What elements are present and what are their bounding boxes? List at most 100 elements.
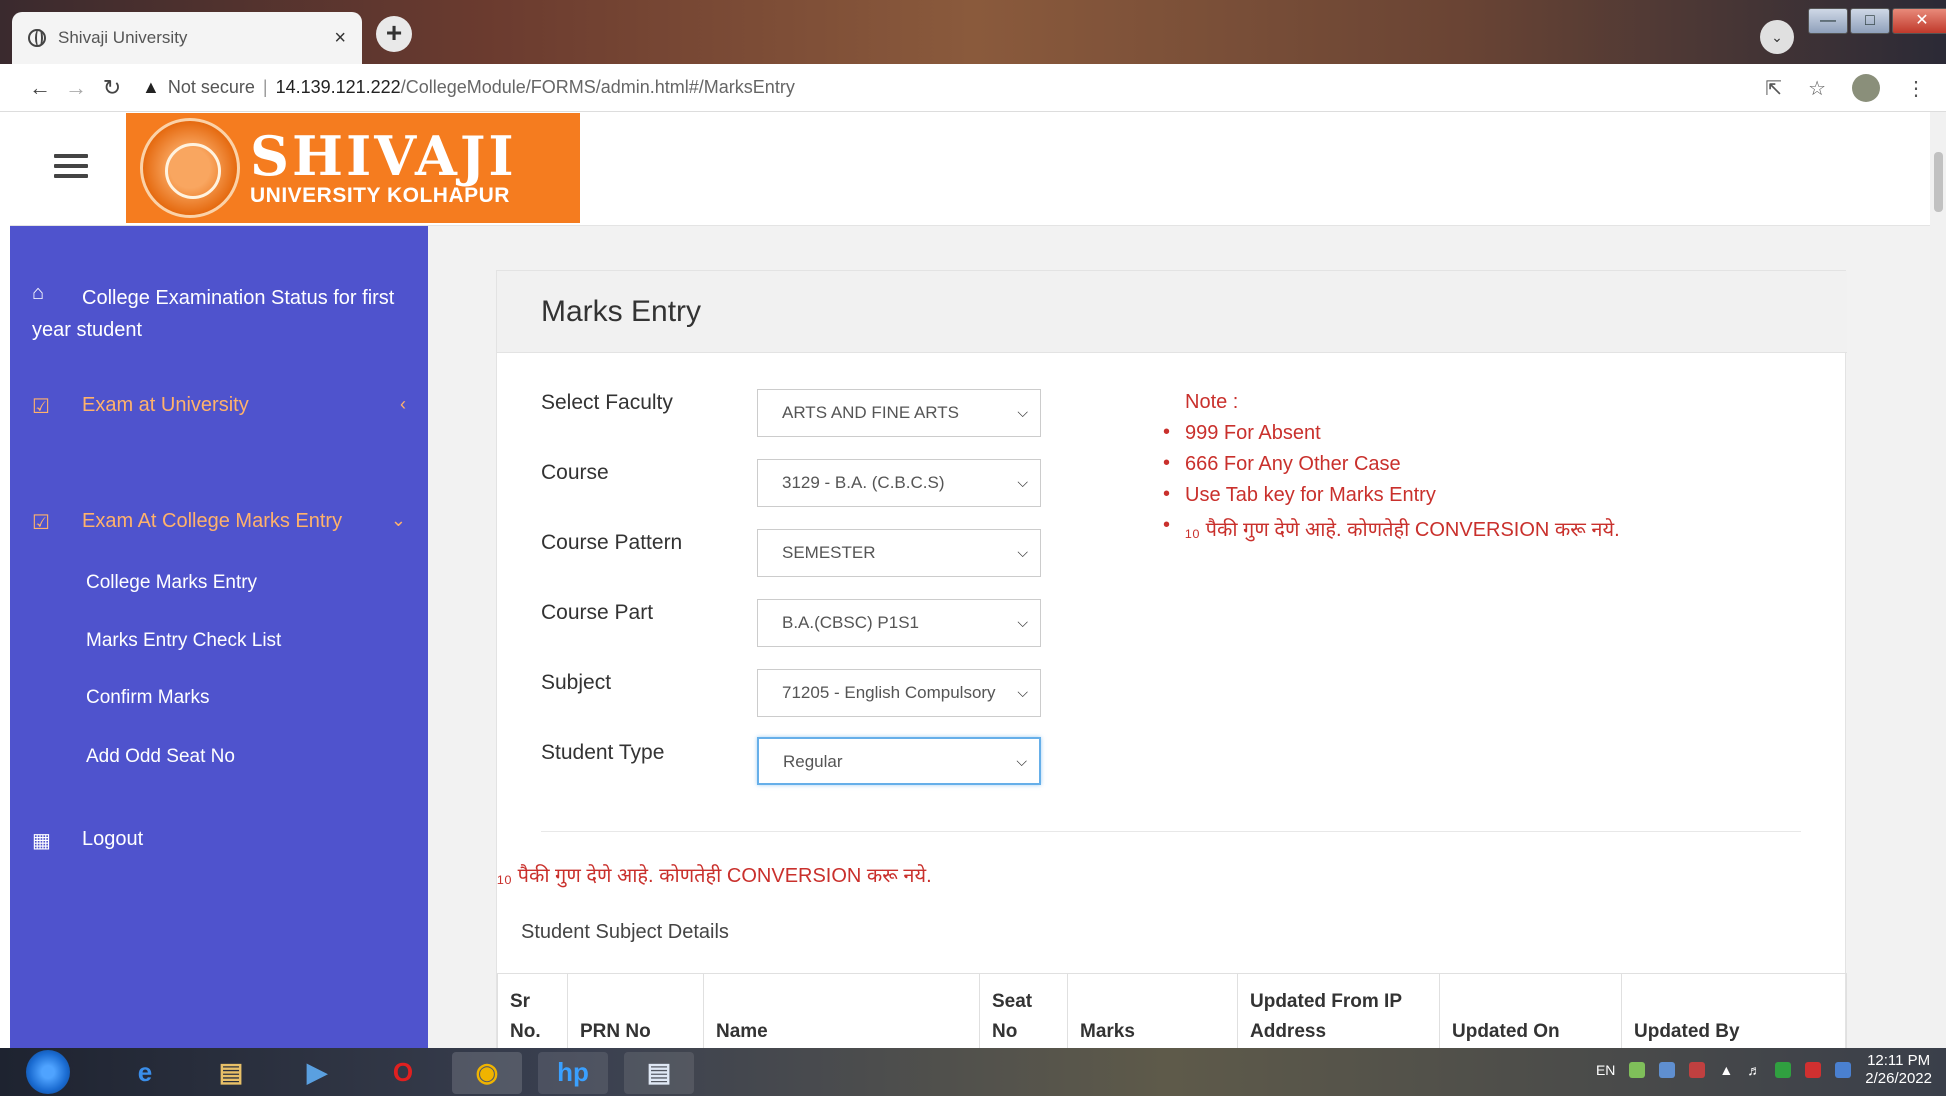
media-player-icon[interactable]: ▶ — [282, 1052, 352, 1094]
course-select-value: 3129 - B.A. (C.B.C.S) — [782, 473, 945, 492]
url-field[interactable]: ▲ Not secure | 14.139.121.222/CollegeMod… — [142, 77, 795, 98]
course-pattern-select[interactable]: SEMESTER ⌵ — [757, 529, 1041, 577]
forward-icon[interactable]: → — [58, 75, 94, 101]
close-window-button[interactable]: ✕ — [1892, 8, 1946, 34]
faculty-select[interactable]: ARTS AND FINE ARTS ⌵ — [757, 389, 1041, 437]
chrome-icon[interactable]: ◉ — [452, 1052, 522, 1094]
course-part-label: Course Part — [541, 601, 654, 624]
maximize-button[interactable]: □ — [1850, 8, 1890, 34]
sidebar-item-label: Exam At College Marks Entry — [82, 510, 343, 532]
student-subject-details-heading: Student Subject Details — [521, 921, 729, 943]
menu-kebab-icon[interactable]: ⋮ — [1906, 76, 1926, 101]
course-part-select-value: B.A.(CBSC) P1S1 — [782, 613, 919, 632]
tray-app-icon[interactable] — [1689, 1062, 1706, 1078]
back-icon[interactable]: ← — [22, 75, 58, 101]
tray-app-icon[interactable] — [1835, 1062, 1852, 1078]
tray-app-icon[interactable] — [1629, 1062, 1646, 1078]
student-type-select[interactable]: Regular ⌵ — [757, 737, 1041, 785]
language-indicator[interactable]: EN — [1596, 1062, 1615, 1078]
tab-title: Shivaji University — [58, 28, 188, 47]
file-explorer-icon[interactable]: ▤ — [196, 1052, 266, 1094]
course-select[interactable]: 3129 - B.A. (C.B.C.S) ⌵ — [757, 459, 1041, 507]
marks-entry-panel: Marks Entry Select Faculty ARTS AND FINE… — [496, 270, 1847, 1052]
checkbox-icon: ☑ — [32, 396, 50, 418]
note-heading: Note : — [1185, 391, 1239, 413]
chevron-down-icon: ⌵ — [1017, 404, 1028, 420]
warning-icon: ▲ — [142, 77, 160, 97]
sidebar-item-college-marks-entry[interactable]: College Marks Entry — [86, 572, 257, 594]
note-item: Use Tab key for Marks Entry — [1157, 483, 1620, 507]
profile-avatar[interactable] — [1852, 74, 1880, 102]
col-updated-on: Updated On — [1439, 973, 1622, 1052]
not-secure-label: Not secure — [167, 77, 255, 97]
scrollbar-thumb[interactable] — [1934, 152, 1943, 212]
tab-close-button[interactable]: × — [334, 27, 346, 50]
tray-app-icon[interactable] — [1775, 1062, 1792, 1078]
bookmark-star-icon[interactable]: ☆ — [1808, 76, 1826, 101]
opera-icon[interactable]: O — [368, 1052, 438, 1094]
col-sr-no: Sr No. — [497, 973, 568, 1052]
address-bar-actions: ⇱ ☆ ⋮ — [1765, 74, 1926, 102]
subject-label: Subject — [541, 671, 612, 694]
chevron-down-icon: ⌵ — [1017, 684, 1028, 700]
address-bar: ← → ↻ ▲ Not secure | 14.139.121.222/Coll… — [0, 64, 1946, 112]
new-tab-button[interactable]: + — [376, 16, 412, 52]
col-updated-ip: Updated From IP Address — [1237, 973, 1440, 1052]
hp-icon[interactable]: hp — [538, 1052, 608, 1094]
table-header-row: Sr No. PRN No Name Seat No Marks Updated… — [497, 973, 1847, 1052]
logo-subtitle: UNIVERSITY KOLHAPUR — [250, 184, 510, 207]
url-host: 14.139.121.222 — [275, 77, 401, 97]
start-button-icon[interactable] — [26, 1050, 70, 1094]
minimize-button[interactable]: — — [1808, 8, 1848, 34]
note-item: ₁₀ पैकी गुण देणे आहे. कोणतेही CONVERSION… — [1157, 514, 1620, 542]
sidebar: ⌂ College Examination Status for first y… — [10, 226, 428, 1048]
globe-icon — [28, 29, 46, 47]
chevron-down-icon: ⌵ — [1017, 474, 1028, 490]
volume-icon[interactable]: ♬ — [1747, 1062, 1761, 1078]
page-scrollbar[interactable] — [1930, 112, 1946, 1050]
tray-app-icon[interactable] — [1659, 1062, 1676, 1078]
university-logo[interactable]: SHIVAJI UNIVERSITY KOLHAPUR — [126, 113, 580, 223]
sidebar-item-label: Logout — [82, 828, 144, 850]
faculty-label: Select Faculty — [541, 391, 673, 414]
note-list: 999 For Absent 666 For Any Other Case Us… — [1157, 421, 1620, 542]
tab-search-icon[interactable]: ⌄ — [1760, 20, 1794, 54]
sidebar-item-add-odd-seat-no[interactable]: Add Odd Seat No — [86, 746, 235, 768]
subject-select[interactable]: 71205 - English Compulsory ⌵ — [757, 669, 1041, 717]
network-icon[interactable]: ▲ — [1719, 1062, 1733, 1078]
sidebar-item-confirm-marks[interactable]: Confirm Marks — [86, 687, 210, 709]
internet-explorer-icon[interactable]: e — [110, 1052, 180, 1094]
col-name: Name — [703, 973, 980, 1052]
sidebar-item-label: Exam at University — [82, 394, 249, 416]
chevron-down-icon: ⌄ — [390, 510, 406, 530]
hamburger-menu-icon[interactable] — [54, 154, 88, 182]
note-item: 999 For Absent — [1157, 421, 1620, 445]
taskbar-clock[interactable]: 12:11 PM 2/26/2022 — [1865, 1052, 1932, 1088]
sidebar-item-marks-entry-check-list[interactable]: Marks Entry Check List — [86, 630, 281, 652]
clock-time: 12:11 PM — [1867, 1052, 1931, 1069]
scanner-icon[interactable]: ▤ — [624, 1052, 694, 1094]
course-part-select[interactable]: B.A.(CBSC) P1S1 ⌵ — [757, 599, 1041, 647]
logo-title: SHIVAJI — [250, 124, 517, 188]
reload-icon[interactable]: ↻ — [94, 75, 130, 101]
faculty-select-value: ARTS AND FINE ARTS — [782, 403, 959, 422]
student-type-select-value: Regular — [783, 752, 843, 771]
col-marks: Marks — [1067, 973, 1238, 1052]
course-label: Course — [541, 461, 609, 484]
panel-header: Marks Entry — [497, 271, 1847, 353]
col-seat-no: Seat No — [979, 973, 1068, 1052]
share-icon[interactable]: ⇱ — [1765, 76, 1782, 101]
chevron-down-icon: ⌵ — [1017, 614, 1028, 630]
col-prn-no: PRN No — [567, 973, 704, 1052]
chevron-down-icon: ⌵ — [1016, 753, 1027, 769]
browser-tab[interactable]: Shivaji University × — [12, 12, 362, 64]
student-type-label: Student Type — [541, 741, 665, 764]
tray-app-icon[interactable] — [1805, 1062, 1822, 1078]
course-pattern-label: Course Pattern — [541, 531, 683, 554]
checkbox-icon: ☑ — [32, 512, 50, 534]
table-icon: ▦ — [32, 830, 51, 852]
subject-select-value: 71205 - English Compulsory — [782, 683, 996, 702]
os-taskbar: e ▤ ▶ O ◉ hp ▤ EN ▲ ♬ 12:11 PM 2/26/2022 — [0, 1048, 1946, 1096]
note-box: Note : 999 For Absent 666 For Any Other … — [1157, 391, 1620, 550]
university-seal-icon — [140, 118, 240, 218]
